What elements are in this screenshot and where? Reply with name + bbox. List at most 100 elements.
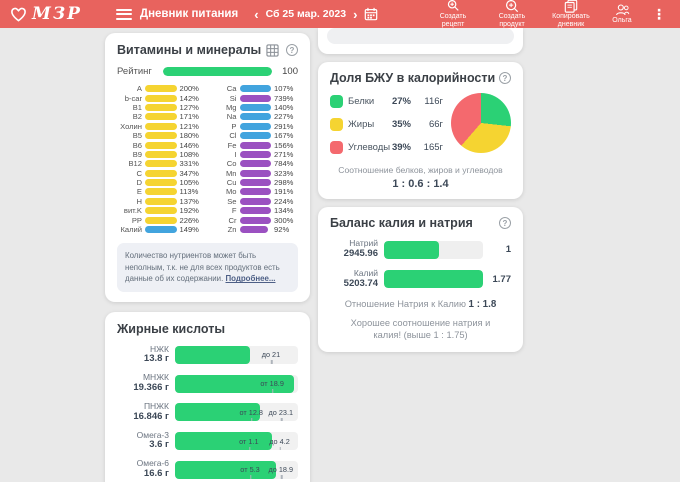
vitamin-bar [145, 113, 177, 121]
vitamin-bar [145, 197, 177, 205]
vitamin-label: Mg [225, 102, 237, 112]
balance-verdict: Хорошее соотношение натрия и калия! (выш… [350, 317, 491, 341]
vitamin-bar [239, 141, 271, 149]
range-marker-tick [272, 389, 274, 393]
next-day-button[interactable]: › [353, 8, 357, 21]
current-date[interactable]: Сб 25 мар. 2023 [266, 8, 347, 20]
vitamin-row: B1 127% [117, 103, 204, 112]
scrolled-panel-fragment [318, 28, 523, 54]
vitamins-help-icon[interactable]: ? [286, 44, 298, 56]
vitamin-value: 784% [274, 159, 294, 169]
balance-row-label: Калий 5203.74 [330, 268, 378, 290]
range-marker: от 5.3 [240, 461, 260, 479]
vitamin-label: Si [229, 93, 237, 103]
balance-help-icon[interactable]: ? [499, 217, 511, 230]
vitamin-value: 331% [179, 159, 199, 169]
fatty-acid-bar-fill [175, 460, 276, 479]
vitamin-bar [145, 188, 177, 196]
vitamin-label: PP [131, 215, 142, 225]
vitamin-label: C [136, 168, 142, 178]
vitamin-row: Холин 121% [117, 122, 204, 131]
vitamin-row: Se 224% [212, 197, 299, 206]
vitamin-value: 149% [179, 225, 199, 235]
vitamin-bar [239, 122, 271, 130]
balance-panel: Баланс калия и натрия ? Натрий 2945.96 1 Ка… [318, 207, 523, 352]
vitamin-value: 323% [274, 168, 294, 178]
vitamin-bar [239, 207, 271, 215]
bju-pie-chart[interactable] [451, 93, 511, 153]
vitamin-row: Na 227% [212, 112, 299, 121]
vitamin-value: 137% [179, 196, 199, 206]
vitamin-label: вит.K [123, 206, 142, 216]
vitamin-value: 298% [274, 178, 294, 188]
copy-diary-button[interactable]: Копировать дневник [546, 0, 596, 29]
vitamin-label: b-car [124, 93, 142, 103]
vitamin-value: 271% [274, 149, 294, 159]
range-marker: до 21 [262, 346, 280, 364]
bju-legend-row[interactable]: Белки 27% 116г [330, 93, 443, 109]
vitamin-value: 121% [179, 121, 199, 131]
vitamin-row: Cu 298% [212, 178, 299, 187]
vitamin-value: 171% [179, 112, 199, 122]
legend-grams: 165г [423, 141, 443, 153]
vitamin-bar [145, 85, 177, 93]
range-marker-tick [279, 446, 282, 451]
create-product-button[interactable]: Создать продукт [487, 0, 537, 29]
vitamin-row: B5 180% [117, 131, 204, 140]
app-logo[interactable]: МЗР [10, 4, 82, 24]
vitamins-title: Витамины и минералы [117, 43, 262, 57]
balance-row: Натрий 2945.96 1 [330, 238, 511, 260]
legend-grams: 66г [428, 118, 443, 130]
vitamin-value: 167% [274, 131, 294, 141]
vitamin-value: 156% [274, 140, 294, 150]
create-product-icon [505, 0, 519, 12]
vitamin-value: 191% [274, 187, 294, 197]
prev-day-button[interactable]: ‹ [254, 8, 258, 21]
vitamin-label: B5 [132, 131, 142, 141]
vitamin-row: E 113% [117, 187, 204, 196]
balance-element-amount: 2945.96 [343, 247, 378, 259]
fatty-acid-bar-track: от 18.9 [175, 374, 298, 393]
user-menu[interactable]: Ольга [605, 3, 639, 25]
more-menu-icon[interactable]: ⋮ [648, 6, 670, 23]
bju-panel: Доля БЖУ в калорийности ? Белки 27% 116г Жи… [318, 62, 523, 200]
right-column: Доля БЖУ в калорийности ? Белки 27% 116г Жи… [318, 28, 523, 352]
vitamin-bar [239, 150, 271, 158]
vitamin-label: B12 [128, 159, 142, 169]
bju-title: Доля БЖУ в калорийности [330, 71, 496, 85]
range-marker-tick [280, 417, 283, 422]
bju-legend-row[interactable]: Углеводы 39% 165г [330, 139, 443, 155]
app-window: МЗР Дневник питания ‹ Сб 25 мар. 2023 › [0, 0, 680, 482]
vitamin-value: 134% [274, 206, 294, 216]
create-recipe-button[interactable]: Создать рецепт [428, 0, 478, 29]
vitamin-label: Fe [227, 140, 237, 150]
legend-label: Углеводы [348, 141, 391, 153]
range-marker: от 18.9 [260, 375, 284, 393]
vitamin-label: I [234, 149, 237, 159]
range-marker: до 4.2 [269, 432, 290, 451]
vitamin-value: 347% [179, 168, 199, 178]
legend-percent: 35% [391, 118, 411, 130]
vitamin-label: A [136, 84, 142, 94]
bju-legend-row[interactable]: Жиры 35% 66г [330, 116, 443, 132]
nutrients-note: Количество нутриентов может быть неполны… [117, 243, 298, 292]
menu-icon[interactable] [115, 8, 132, 20]
fatty-acid-bar-track: до 21 [175, 345, 298, 364]
bju-help-icon[interactable]: ? [499, 72, 511, 84]
balance-bar-fill [384, 240, 440, 259]
more-details-link[interactable]: Подробнее... [225, 274, 275, 283]
legend-color-chip [330, 94, 343, 108]
range-marker: до 18.9 [268, 461, 293, 479]
calendar-icon[interactable] [364, 7, 378, 21]
fatty-acid-label: МНЖК 19.366 г [117, 373, 169, 394]
logo-text: МЗР [32, 4, 82, 24]
range-marker: до 23.1 [268, 403, 293, 422]
vitamin-bar [239, 169, 271, 177]
fatty-acid-label: Омега-6 16.6 г [117, 459, 169, 480]
table-view-icon[interactable] [266, 43, 279, 57]
vitamin-value: 224% [274, 196, 294, 206]
balance-title: Баланс калия и натрия [330, 216, 473, 231]
legend-color-chip [330, 117, 343, 131]
user-icon [615, 4, 629, 15]
vitamin-value: 105% [179, 178, 199, 188]
